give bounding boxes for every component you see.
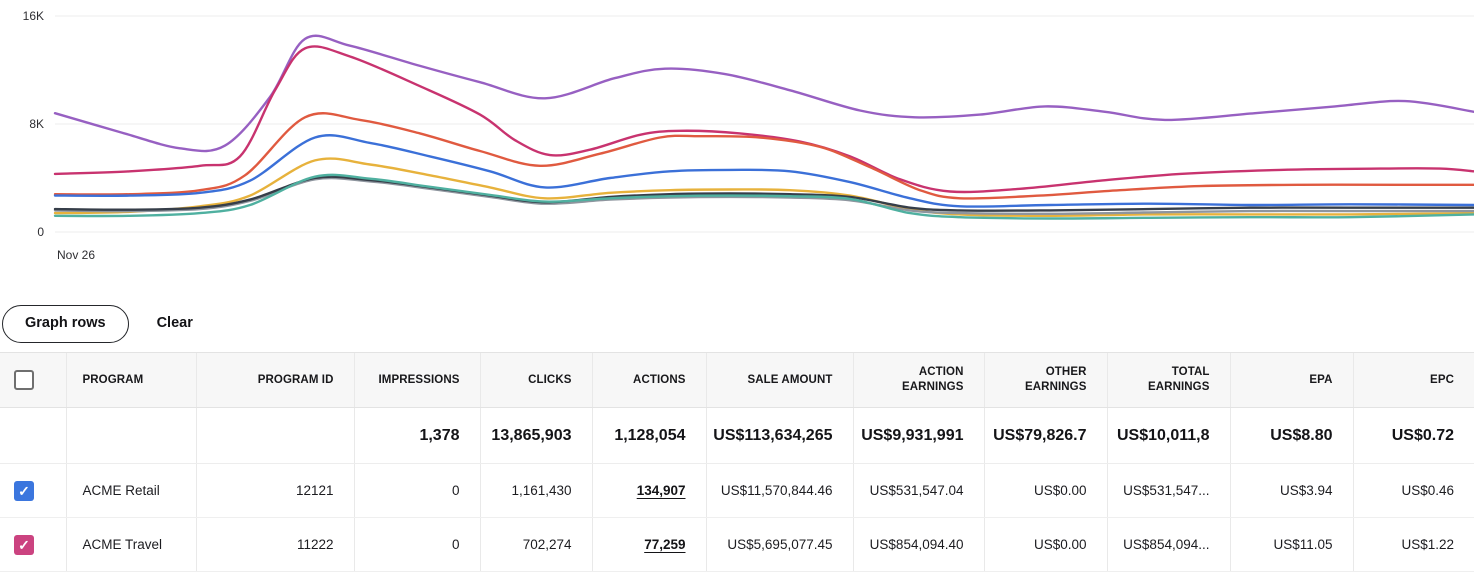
col-header-epc[interactable]: EPC	[1353, 353, 1474, 408]
totals-epa: US$8.80	[1230, 408, 1353, 464]
totals-sale-amount: US$113,634,265	[706, 408, 853, 464]
col-header-total-earnings[interactable]: TOTAL EARNINGS	[1107, 353, 1230, 408]
col-header-clicks[interactable]: CLICKS	[480, 353, 592, 408]
totals-actions: 1,128,054	[592, 408, 706, 464]
col-header-program[interactable]: PROGRAM	[66, 353, 196, 408]
actions-value-link[interactable]: 134,907	[637, 483, 686, 498]
cell-actions: 77,259	[592, 518, 706, 572]
cell-impressions: 0	[354, 518, 480, 572]
table-row: ✓ ACME Retail 12121 0 1,161,430 134,907 …	[0, 464, 1474, 518]
cell-clicks: 1,161,430	[480, 464, 592, 518]
totals-check-cell	[0, 408, 66, 464]
select-all-cell	[0, 353, 66, 408]
series-line-purple	[55, 36, 1474, 151]
graph-controls: Graph rows Clear	[2, 304, 1474, 344]
cell-epa: US$3.94	[1230, 464, 1353, 518]
cell-action-earnings: US$854,094.40	[853, 518, 984, 572]
col-header-impressions[interactable]: IMPRESSIONS	[354, 353, 480, 408]
cell-impressions: 0	[354, 464, 480, 518]
col-header-other-earnings[interactable]: OTHER EARNINGS	[984, 353, 1107, 408]
cell-clicks: 702,274	[480, 518, 592, 572]
actions-value-link[interactable]: 77,259	[644, 537, 685, 552]
totals-total-earnings: US$10,011,8	[1107, 408, 1230, 464]
cell-program: ACME Travel	[66, 518, 196, 572]
cell-epa: US$11.05	[1230, 518, 1353, 572]
totals-row: 1,378 13,865,903 1,128,054 US$113,634,26…	[0, 408, 1474, 464]
y-tick-label: 0	[37, 225, 44, 239]
cell-other-earnings: US$0.00	[984, 464, 1107, 518]
chart-canvas: 0 8K 16K Nov 26	[0, 0, 1474, 285]
cell-actions: 134,907	[592, 464, 706, 518]
cell-total-earnings: US$531,547...	[1107, 464, 1230, 518]
clear-button[interactable]: Clear	[155, 306, 195, 341]
col-header-epa[interactable]: EPA	[1230, 353, 1353, 408]
graph-rows-button[interactable]: Graph rows	[2, 305, 129, 342]
table-row: ✓ ACME Travel 11222 0 702,274 77,259 US$…	[0, 518, 1474, 572]
cell-sale-amount: US$11,570,844.46	[706, 464, 853, 518]
cell-epc: US$1.22	[1353, 518, 1474, 572]
totals-program-cell	[66, 408, 196, 464]
cell-action-earnings: US$531,547.04	[853, 464, 984, 518]
totals-action-earnings: US$9,931,991	[853, 408, 984, 464]
totals-other-earnings: US$79,826.7	[984, 408, 1107, 464]
programs-table: PROGRAM PROGRAM ID IMPRESSIONS CLICKS AC…	[0, 352, 1474, 572]
cell-epc: US$0.46	[1353, 464, 1474, 518]
row-check-cell: ✓	[0, 464, 66, 518]
x-tick-label: Nov 26	[57, 248, 95, 262]
cell-sale-amount: US$5,695,077.45	[706, 518, 853, 572]
col-header-sale-amount[interactable]: SALE AMOUNT	[706, 353, 853, 408]
row-check-cell: ✓	[0, 518, 66, 572]
select-all-checkbox[interactable]	[14, 370, 34, 390]
totals-epc: US$0.72	[1353, 408, 1474, 464]
cell-total-earnings: US$854,094...	[1107, 518, 1230, 572]
cell-program-id: 11222	[196, 518, 354, 572]
row-checkbox-checked[interactable]: ✓	[14, 535, 34, 555]
y-tick-label: 8K	[29, 117, 44, 131]
performance-line-chart: 0 8K 16K Nov 26	[0, 0, 1474, 292]
col-header-action-earnings[interactable]: ACTION EARNINGS	[853, 353, 984, 408]
col-header-actions[interactable]: ACTIONS	[592, 353, 706, 408]
y-tick-label: 16K	[23, 9, 44, 23]
row-checkbox-checked[interactable]: ✓	[14, 481, 34, 501]
cell-program-id: 12121	[196, 464, 354, 518]
cell-program: ACME Retail	[66, 464, 196, 518]
totals-clicks: 13,865,903	[480, 408, 592, 464]
cell-other-earnings: US$0.00	[984, 518, 1107, 572]
col-header-program-id[interactable]: PROGRAM ID	[196, 353, 354, 408]
totals-program-id-cell	[196, 408, 354, 464]
table-header-row: PROGRAM PROGRAM ID IMPRESSIONS CLICKS AC…	[0, 353, 1474, 408]
totals-impressions: 1,378	[354, 408, 480, 464]
